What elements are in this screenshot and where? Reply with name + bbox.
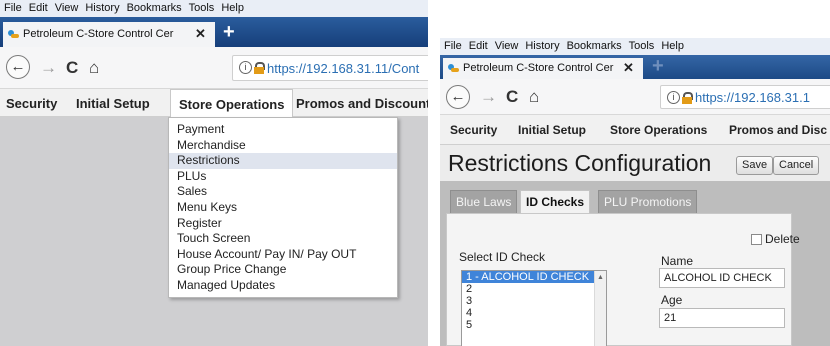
menu-edit[interactable]: Edit	[25, 0, 51, 14]
config-tabs: Blue Laws ID Checks PLU Promotions	[440, 181, 830, 213]
dropdown-item-managed-updates[interactable]: Managed Updates	[169, 278, 397, 294]
menu-history[interactable]: History	[521, 38, 562, 52]
age-field[interactable]: 21	[659, 308, 785, 328]
tab-title: Petroleum C-Store Control Cer	[23, 28, 174, 40]
menu-view[interactable]: View	[491, 38, 522, 52]
new-tab-button[interactable]: +	[223, 21, 235, 44]
favicon-icon	[8, 30, 19, 39]
dropdown-item-register[interactable]: Register	[169, 216, 397, 232]
url-text: https://192.168.31.11/Cont	[267, 61, 420, 76]
info-icon[interactable]: i	[667, 91, 680, 104]
info-icon[interactable]: i	[239, 61, 252, 74]
list-item[interactable]: 5	[462, 319, 606, 331]
menu-promos-and-discounts[interactable]: Promos and Disc	[729, 123, 827, 137]
dropdown-item-group-price-change[interactable]: Group Price Change	[169, 262, 397, 278]
close-tab-icon[interactable]: ✕	[623, 60, 634, 76]
list-item[interactable]: 1 - ALCOHOL ID CHECK	[462, 271, 606, 283]
menu-tools[interactable]: Tools	[185, 0, 218, 14]
list-item[interactable]: 2	[462, 283, 606, 295]
dropdown-item-menu-keys[interactable]: Menu Keys	[169, 200, 397, 216]
tab-title: Petroleum C-Store Control Cer	[463, 62, 614, 74]
menu-view[interactable]: View	[51, 0, 82, 14]
save-button[interactable]: Save	[736, 156, 774, 175]
home-button[interactable]: ⌂	[529, 87, 539, 107]
back-button[interactable]: ←	[6, 55, 30, 79]
id-check-listbox[interactable]: 1 - ALCOHOL ID CHECK 2 3 4 5 ▲	[461, 270, 607, 346]
list-item[interactable]: 3	[462, 295, 606, 307]
forward-button[interactable]: →	[40, 58, 57, 78]
list-item[interactable]: 4	[462, 307, 606, 319]
menu-store-operations[interactable]: Store Operations	[610, 123, 707, 137]
delete-label: Delete	[765, 232, 800, 246]
home-button[interactable]: ⌂	[89, 58, 99, 78]
url-text: https://192.168.31.1	[695, 90, 810, 105]
id-checks-panel: Delete Select ID Check 1 - ALCOHOL ID CH…	[446, 213, 800, 346]
menu-tools[interactable]: Tools	[625, 38, 658, 52]
dropdown-item-house-account[interactable]: House Account/ Pay IN/ Pay OUT	[169, 247, 397, 263]
tab-strip: Petroleum C-Store Control Cer ✕ +	[0, 17, 428, 47]
menu-edit[interactable]: Edit	[465, 38, 491, 52]
name-field[interactable]: ALCOHOL ID CHECK	[659, 268, 785, 288]
right-screenshot: File Edit View History Bookmarks Tools Help Pe…	[440, 0, 830, 346]
app-menu-bar: Security Initial Setup Store Operations …	[440, 115, 830, 145]
store-operations-dropdown: Payment Merchandise Restrictions PLUs Sa…	[168, 117, 398, 298]
tab-strip: Petroleum C-Store Control Cer ✕ +	[440, 55, 830, 79]
id-checks-panel-background: Delete Select ID Check 1 - ALCOHOL ID CH…	[440, 213, 830, 346]
menu-promos-and-discounts[interactable]: Promos and Discounts	[296, 96, 428, 111]
menu-help[interactable]: Help	[217, 0, 247, 14]
age-label: Age	[661, 293, 683, 307]
new-tab-button[interactable]: +	[652, 55, 664, 78]
dropdown-item-touch-screen[interactable]: Touch Screen	[169, 231, 397, 247]
tab-id-checks[interactable]: ID Checks	[520, 190, 591, 213]
back-button[interactable]: ←	[446, 85, 470, 109]
browser-tab[interactable]: Petroleum C-Store Control Cer ✕	[3, 22, 215, 47]
url-bar[interactable]: i https://192.168.31.11/Cont	[232, 55, 428, 81]
reload-button[interactable]: C	[66, 58, 78, 78]
favicon-icon	[448, 64, 459, 73]
menu-file[interactable]: File	[440, 38, 465, 52]
menu-security[interactable]: Security	[6, 96, 57, 111]
tab-plu-promotions[interactable]: PLU Promotions	[598, 190, 698, 213]
dropdown-item-restrictions[interactable]: Restrictions	[169, 153, 397, 169]
close-tab-icon[interactable]: ✕	[195, 26, 206, 42]
navigation-bar: ← → C ⌂ i https://192.168.31.11/Cont	[0, 47, 428, 89]
reload-button[interactable]: C	[506, 87, 518, 107]
browser-menubar: File Edit View History Bookmarks Tools Help	[0, 0, 428, 17]
dropdown-item-plus[interactable]: PLUs	[169, 169, 397, 185]
page-header: Restrictions Configuration Save Cancel	[440, 145, 830, 181]
forward-button[interactable]: →	[480, 87, 497, 107]
page-title: Restrictions Configuration	[448, 150, 712, 176]
name-label: Name	[661, 254, 694, 268]
menu-store-operations[interactable]: Store Operations	[170, 89, 294, 117]
app-menu-bar: Security Initial Setup Store Operations …	[0, 89, 428, 117]
dropdown-item-merchandise[interactable]: Merchandise	[169, 138, 397, 154]
delete-checkbox[interactable]	[751, 234, 762, 245]
url-bar[interactable]: i https://192.168.31.1	[660, 85, 830, 109]
dropdown-item-sales[interactable]: Sales	[169, 184, 397, 200]
browser-tab[interactable]: Petroleum C-Store Control Cer ✕	[443, 58, 643, 79]
lock-warning-icon[interactable]	[254, 62, 265, 74]
cancel-button[interactable]: Cancel	[773, 156, 820, 175]
menu-help[interactable]: Help	[657, 38, 687, 52]
menu-file[interactable]: File	[0, 0, 25, 14]
menu-bookmarks[interactable]: Bookmarks	[563, 38, 625, 52]
tab-blue-laws[interactable]: Blue Laws	[450, 190, 518, 213]
select-id-check-label: Select ID Check	[459, 250, 546, 264]
menu-initial-setup[interactable]: Initial Setup	[518, 123, 586, 137]
browser-menubar: File Edit View History Bookmarks Tools Help	[440, 38, 830, 55]
dropdown-item-payment[interactable]: Payment	[169, 122, 397, 138]
menu-initial-setup[interactable]: Initial Setup	[76, 96, 150, 111]
menu-history[interactable]: History	[81, 0, 122, 14]
left-screenshot: File Edit View History Bookmarks Tools Help Pe…	[0, 0, 428, 346]
lock-warning-icon[interactable]	[682, 92, 693, 104]
menu-bookmarks[interactable]: Bookmarks	[123, 0, 185, 14]
navigation-bar: ← → C ⌂ i https://192.168.31.1	[440, 79, 830, 115]
scroll-up-icon[interactable]: ▲	[594, 271, 606, 346]
menu-security[interactable]: Security	[450, 123, 497, 137]
